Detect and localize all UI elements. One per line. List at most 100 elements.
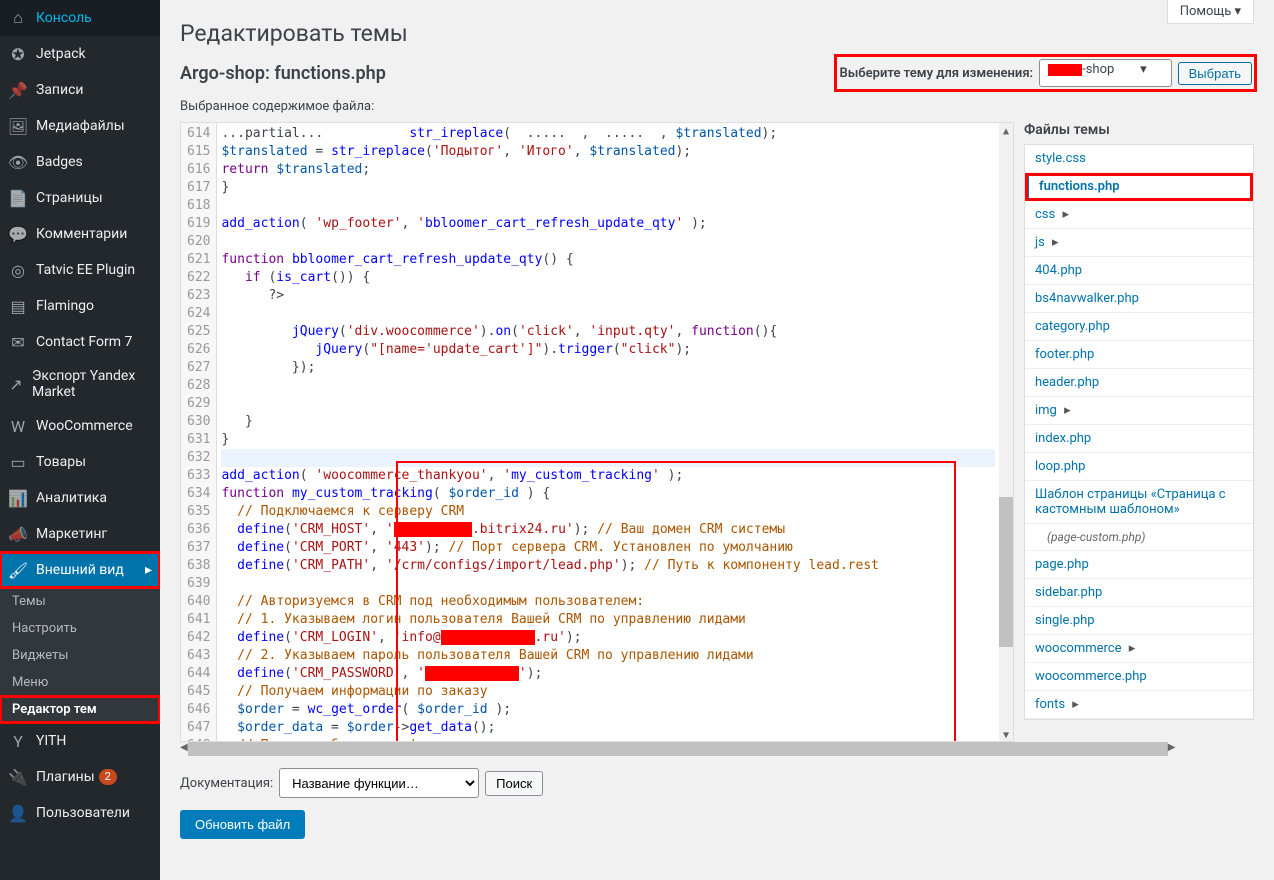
theme-files-list: style.cssfunctions.phpcss ▸js ▸404.phpbs… bbox=[1024, 144, 1254, 720]
page-title: Редактировать темы bbox=[180, 20, 1254, 47]
file-item[interactable]: woocommerce.php bbox=[1025, 663, 1253, 691]
chevron-right-icon: ▸ bbox=[145, 562, 152, 578]
file-item[interactable]: style.css bbox=[1025, 145, 1253, 173]
menu-icon: 💬 bbox=[8, 224, 28, 244]
chevron-right-icon: ▸ bbox=[1126, 641, 1136, 656]
sidebar-item-label: YITH bbox=[36, 733, 66, 749]
sidebar-item-label: Пользователи bbox=[36, 805, 130, 821]
sidebar-item-маркетинг[interactable]: 📣 Маркетинг bbox=[0, 516, 160, 552]
file-item[interactable]: Шаблон страницы «Страница с кастомным ша… bbox=[1025, 481, 1253, 524]
help-tab[interactable]: Помощь ▾ bbox=[1167, 0, 1254, 24]
scroll-down-icon[interactable]: ▼ bbox=[999, 727, 1013, 741]
sidebar-item-label: Товары bbox=[36, 454, 86, 470]
scroll-left-icon[interactable]: ◀ bbox=[180, 742, 188, 756]
sidebar-item-yith[interactable]: YYITH bbox=[0, 723, 160, 759]
menu-icon: 🔌 bbox=[8, 767, 28, 787]
menu-icon: 📣 bbox=[8, 524, 28, 544]
scrollbar-thumb-h[interactable] bbox=[188, 742, 1168, 756]
sidebar-item-label: Страницы bbox=[36, 190, 103, 206]
sidebar-item-badges[interactable]: 👁 Badges bbox=[0, 144, 160, 180]
file-item[interactable]: index.php bbox=[1025, 425, 1253, 453]
code-editor[interactable]: 6146156166176186196206216226236246256266… bbox=[180, 122, 1014, 742]
sidebar-item-label: Badges bbox=[36, 154, 83, 170]
sidebar-item-записи[interactable]: 📌Записи bbox=[0, 72, 160, 108]
main-content: Помощь ▾ Редактировать темы Argo-shop: f… bbox=[160, 0, 1274, 880]
sidebar-item-страницы[interactable]: 📄 Страницы bbox=[0, 180, 160, 216]
sidebar-item-woocommerce[interactable]: WWooCommerce bbox=[0, 408, 160, 444]
sidebar-item-label: Медиафайлы bbox=[36, 118, 125, 134]
theme-select-dropdown[interactable]: -shop ▾ bbox=[1039, 59, 1172, 87]
sidebar-item-tatvic-ee-plugin[interactable]: ◎ Tatvic EE Plugin bbox=[0, 252, 160, 288]
menu-icon: ↗ bbox=[8, 374, 24, 394]
sidebar-item-jetpack[interactable]: ✪ Jetpack bbox=[0, 36, 160, 72]
menu-icon: 👤 bbox=[8, 803, 28, 823]
sidebar-item-товары[interactable]: ▭ Товары bbox=[0, 444, 160, 480]
sidebar-item-flamingo[interactable]: ▤Flamingo bbox=[0, 288, 160, 324]
menu-icon: 🖼 bbox=[8, 116, 28, 136]
chevron-right-icon: ▸ bbox=[1049, 235, 1059, 250]
file-item[interactable]: page.php bbox=[1025, 551, 1253, 579]
menu-icon: 📊 bbox=[8, 488, 28, 508]
editor-scrollbar-v[interactable]: ▲ ▼ bbox=[999, 123, 1013, 741]
file-item[interactable]: js ▸ bbox=[1025, 229, 1253, 257]
update-file-button[interactable]: Обновить файл bbox=[180, 810, 305, 839]
file-item[interactable]: loop.php bbox=[1025, 453, 1253, 481]
menu-icon: ✉ bbox=[8, 332, 28, 352]
file-item[interactable]: footer.php bbox=[1025, 341, 1253, 369]
sidebar-item-label: Внешний вид bbox=[36, 562, 124, 578]
file-subtitle: Argo-shop: functions.php bbox=[180, 63, 386, 84]
code-content[interactable]: ...partial... str_ireplace( ..... , ....… bbox=[217, 123, 999, 741]
sidebar-item-label: Маркетинг bbox=[36, 526, 107, 542]
sidebar-item-label: Экспорт Yandex Market bbox=[32, 368, 152, 400]
file-item[interactable]: fonts ▸ bbox=[1025, 691, 1253, 719]
menu-icon: 👁 bbox=[8, 152, 28, 172]
sidebar-item-label: Записи bbox=[36, 82, 84, 98]
admin-sidebar: ⌂Консоль ✪ Jetpack 📌Записи 🖼 Медиафайлы 👁 Badge… bbox=[0, 0, 160, 880]
theme-select-label: Выберите тему для изменения: bbox=[839, 66, 1033, 81]
sidebar-item-label: Комментарии bbox=[36, 226, 127, 242]
doc-search-button[interactable]: Поиск bbox=[485, 771, 543, 796]
sidebar-item-комментарии[interactable]: 💬 Комментарии bbox=[0, 216, 160, 252]
file-item[interactable]: css ▸ bbox=[1025, 201, 1253, 229]
menu-icon: 🖌 bbox=[8, 560, 28, 580]
scrollbar-thumb[interactable] bbox=[999, 497, 1013, 647]
file-item[interactable]: functions.php bbox=[1025, 173, 1253, 201]
editor-scrollbar-h[interactable]: ◀ ▶ bbox=[180, 742, 1014, 756]
file-item[interactable]: single.php bbox=[1025, 607, 1253, 635]
menu-icon: ✪ bbox=[8, 44, 28, 64]
file-item[interactable]: category.php bbox=[1025, 313, 1253, 341]
sidebar-sub-меню[interactable]: Меню bbox=[0, 669, 160, 696]
file-item[interactable]: bs4navwalker.php bbox=[1025, 285, 1253, 313]
files-panel-title: Файлы темы bbox=[1024, 122, 1254, 138]
chevron-right-icon: ▸ bbox=[1059, 207, 1069, 222]
sidebar-item-экспорт-yandex-market[interactable]: ↗ Экспорт Yandex Market bbox=[0, 360, 160, 408]
sidebar-item-консоль[interactable]: ⌂Консоль bbox=[0, 0, 160, 36]
sidebar-item-label: Аналитика bbox=[36, 490, 107, 506]
sidebar-item-label: Tatvic EE Plugin bbox=[36, 262, 135, 278]
sidebar-item-label: WooCommerce bbox=[36, 418, 133, 434]
menu-icon: ◎ bbox=[8, 260, 28, 280]
sidebar-item-пользователи[interactable]: 👤 Пользователи bbox=[0, 795, 160, 831]
menu-icon: 📄 bbox=[8, 188, 28, 208]
file-item[interactable]: 404.php bbox=[1025, 257, 1253, 285]
select-theme-button[interactable]: Выбрать bbox=[1178, 62, 1252, 85]
file-item[interactable]: sidebar.php bbox=[1025, 579, 1253, 607]
sidebar-sub-темы[interactable]: Темы bbox=[0, 588, 160, 615]
sidebar-item-contact-form-7[interactable]: ✉Contact Form 7 bbox=[0, 324, 160, 360]
sidebar-sub-виджеты[interactable]: Виджеты bbox=[0, 642, 160, 669]
sidebar-item-медиафайлы[interactable]: 🖼 Медиафайлы bbox=[0, 108, 160, 144]
doc-function-select[interactable]: Название функции… bbox=[279, 768, 479, 798]
sidebar-item-аналитика[interactable]: 📊 Аналитика bbox=[0, 480, 160, 516]
sidebar-sub-редактор-тем[interactable]: Редактор тем bbox=[0, 696, 160, 723]
menu-icon: ▭ bbox=[8, 452, 28, 472]
file-item[interactable]: header.php bbox=[1025, 369, 1253, 397]
menu-icon: ▤ bbox=[8, 296, 28, 316]
sidebar-item-плагины[interactable]: 🔌Плагины2 bbox=[0, 759, 160, 795]
file-item[interactable]: img ▸ bbox=[1025, 397, 1253, 425]
sidebar-item-внешний-вид[interactable]: 🖌 Внешний вид ▸ bbox=[0, 552, 160, 588]
scroll-up-icon[interactable]: ▲ bbox=[999, 123, 1013, 137]
sidebar-item-label: Jetpack bbox=[36, 46, 86, 62]
sidebar-item-label: Плагины bbox=[36, 769, 95, 785]
sidebar-sub-настроить[interactable]: Настроить bbox=[0, 615, 160, 642]
file-item[interactable]: woocommerce ▸ bbox=[1025, 635, 1253, 663]
